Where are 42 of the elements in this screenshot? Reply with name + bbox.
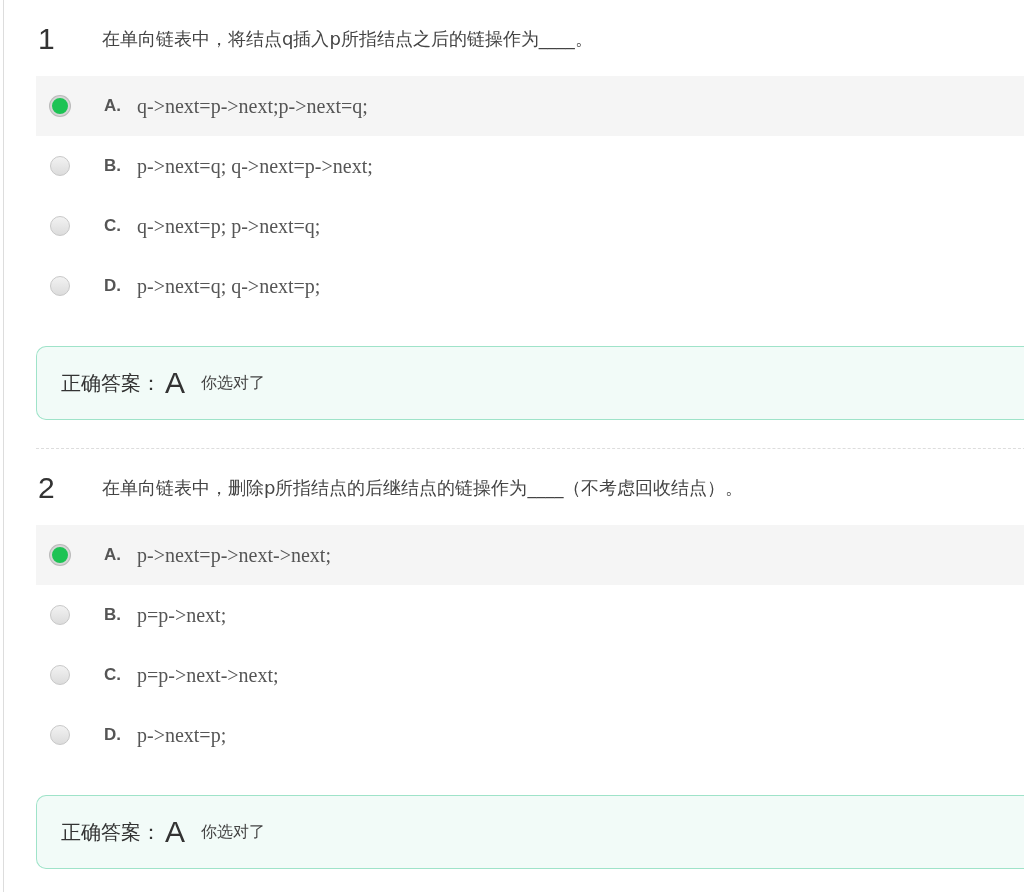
option-letter: D.: [104, 276, 122, 296]
answer-verdict: 你选对了: [201, 821, 265, 843]
radio-button[interactable]: [50, 276, 70, 296]
option-text: q->next=p; p->next=q;: [137, 214, 321, 238]
answer-value: A: [165, 366, 185, 400]
radio-button[interactable]: [50, 96, 70, 116]
option-letter: A.: [104, 545, 122, 565]
radio-button[interactable]: [50, 545, 70, 565]
option-letter: C.: [104, 665, 122, 685]
answer-option[interactable]: D. p->next=p;: [36, 705, 1024, 765]
question-number: 1: [37, 22, 56, 56]
option-text: p->next=p->next->next;: [137, 543, 331, 567]
option-letter: B.: [104, 605, 122, 625]
answer-option[interactable]: C. q->next=p; p->next=q;: [36, 196, 1024, 256]
option-letter: B.: [104, 156, 122, 176]
radio-button[interactable]: [50, 216, 70, 236]
option-letter: A.: [104, 96, 122, 116]
question-text: 在单向链表中，将结点q插入p所指结点之后的链操作为____。: [102, 27, 593, 51]
answer-option[interactable]: A. q->next=p->next;p->next=q;: [36, 76, 1024, 136]
option-text: p->next=q; q->next=p->next;: [137, 154, 373, 178]
option-text: p->next=q; q->next=p;: [137, 274, 321, 298]
radio-button[interactable]: [50, 605, 70, 625]
answer-option[interactable]: D. p->next=q; q->next=p;: [36, 256, 1024, 316]
option-text: p->next=p;: [137, 723, 227, 747]
radio-button[interactable]: [50, 665, 70, 685]
answer-option[interactable]: A. p->next=p->next->next;: [36, 525, 1024, 585]
question-number: 2: [37, 471, 56, 505]
question-text: 在单向链表中，删除p所指结点的后继结点的链操作为____（不考虑回收结点）。: [102, 476, 744, 500]
answer-option[interactable]: C. p=p->next->next;: [36, 645, 1024, 705]
option-letter: D.: [104, 725, 122, 745]
answer-option[interactable]: B. p->next=q; q->next=p->next;: [36, 136, 1024, 196]
answer-value: A: [165, 815, 185, 849]
answer-label: 正确答案：: [61, 818, 161, 846]
option-letter: C.: [104, 216, 122, 236]
option-text: p=p->next;: [137, 603, 227, 627]
radio-button[interactable]: [50, 156, 70, 176]
answer-verdict: 你选对了: [201, 372, 265, 394]
option-text: q->next=p->next;p->next=q;: [137, 94, 368, 118]
radio-button[interactable]: [50, 725, 70, 745]
option-text: p=p->next->next;: [137, 663, 279, 687]
answer-option[interactable]: B. p=p->next;: [36, 585, 1024, 645]
answer-label: 正确答案：: [61, 369, 161, 397]
